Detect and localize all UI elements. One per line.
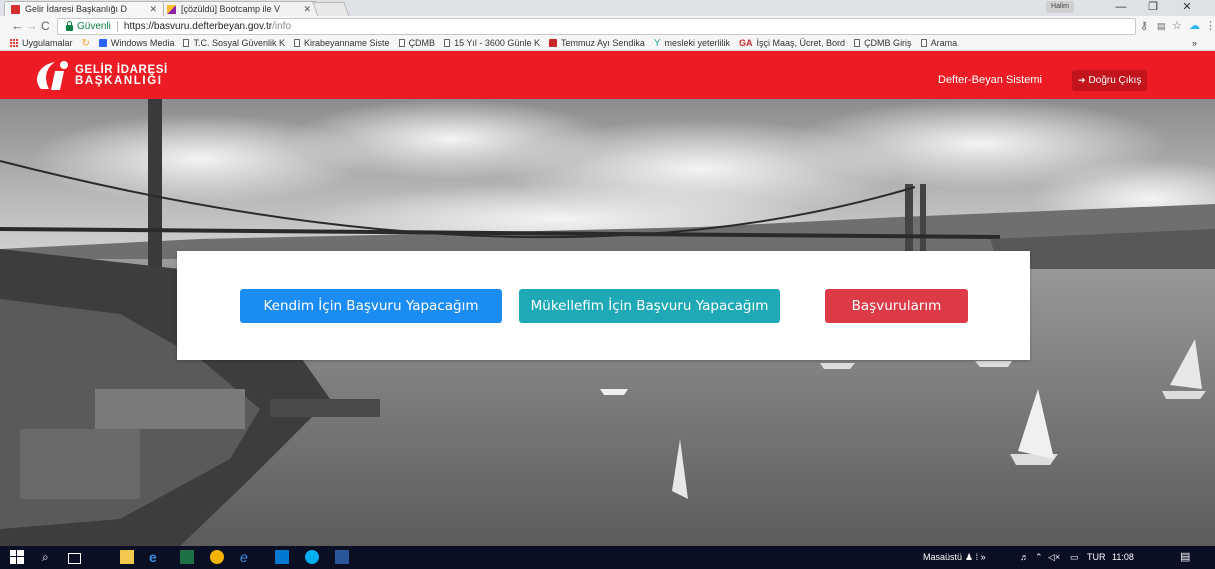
logo-wordmark[interactable]: GELİR İDARESİ BAŞKANLIĞI <box>75 64 168 87</box>
tab-title: Gelir İdaresi Başkanlığı D <box>25 4 128 14</box>
reload-icon[interactable]: C <box>41 18 50 34</box>
apps-icon[interactable] <box>10 39 18 47</box>
excel-icon[interactable] <box>180 550 194 564</box>
logo-line-2: BAŞKANLIĞI <box>75 75 163 87</box>
nav-defter-beyan-link[interactable]: Defter-Beyan Sistemi <box>938 74 1042 86</box>
people-icon[interactable]: ♟ ⁞ » <box>965 546 986 569</box>
ga-icon: GA <box>739 38 753 48</box>
bookmark-label: Windows Media <box>110 38 175 48</box>
windows-taskbar: ⌕ e e Masaüstü ♟ ⁞ » ♬ ⌃ ◁× ▭ TUR 11:08 … <box>0 546 1215 569</box>
battery-icon[interactable]: ▭ <box>1070 546 1079 569</box>
refresh-colored-icon: ↻ <box>81 37 90 49</box>
bookmark-kirabeyanname[interactable]: Kirabeyanname Siste <box>294 38 390 48</box>
application-card: Kendim İçin Başvuru Yapacağım Mükellefim… <box>177 251 1030 360</box>
outlook-icon[interactable] <box>275 550 289 564</box>
myk-icon: Y <box>653 37 661 49</box>
logout-label: Doğru Çıkış <box>1088 75 1142 86</box>
bookmark-label: mesleki yeterlilik <box>664 38 731 48</box>
forward-arrow-icon[interactable]: → <box>25 18 38 34</box>
tab-close-icon[interactable]: ✕ <box>303 4 311 15</box>
client-application-button[interactable]: Mükellefim İçin Başvuru Yapacağım <box>519 289 780 323</box>
bookmark-arama[interactable]: Arama <box>920 38 958 48</box>
page-icon <box>854 39 861 47</box>
gib-logo-icon[interactable] <box>33 59 71 93</box>
key-icon[interactable]: ⚷ <box>1140 18 1148 34</box>
logout-icon: ➔ <box>1078 75 1086 85</box>
gib-favicon-icon <box>11 4 20 14</box>
secure-label: Güvenli <box>77 21 111 32</box>
page-icon <box>183 39 190 47</box>
profile-chip[interactable]: Halim <box>1046 1 1074 13</box>
minimize-icon[interactable]: — <box>1106 0 1136 15</box>
bookmarks-more-icon[interactable]: » <box>1192 36 1197 50</box>
site-header: GELİR İDARESİ BAŞKANLIĞI Defter-Beyan Si… <box>0 51 1215 99</box>
address-divider <box>116 21 118 32</box>
page-icon <box>920 39 927 47</box>
bookmark-temmuz[interactable]: Temmuz Ayı Sendika <box>548 38 645 48</box>
bookmark-label: İşçi Maaş, Ücret, Bord <box>756 38 846 48</box>
logout-button[interactable]: ➔ Doğru Çıkış <box>1072 70 1148 91</box>
file-explorer-icon[interactable] <box>120 550 134 564</box>
tab-title: [çözüldü] Bootcamp ile V <box>181 4 281 14</box>
bookmark-refresh[interactable]: ↻ <box>82 38 90 49</box>
bookmark-mesleki[interactable]: Ymesleki yeterlilik <box>654 38 730 49</box>
bookmark-label: ÇDMB Giriş <box>864 38 912 48</box>
url-path: /info <box>272 21 292 32</box>
url-host: https://basvuru.defterbeyan.gov.tr <box>123 21 273 32</box>
clock[interactable]: 11:08 <box>1112 546 1134 569</box>
bookmark-windows-media[interactable]: Windows Media <box>98 38 175 48</box>
lock-icon <box>66 21 73 31</box>
bookmark-label: ÇDMB <box>408 38 436 48</box>
language-indicator[interactable]: TUR <box>1087 546 1106 569</box>
desktop-toolbar-label[interactable]: Masaüstü <box>923 546 962 569</box>
windows-start-icon[interactable] <box>10 550 24 564</box>
bookmarks-bar: Uygulamalar ↻ Windows Media T.C. Sosyal … <box>0 36 1215 51</box>
bootcamp-favicon-icon <box>167 4 176 14</box>
bookmark-label: Arama <box>930 38 958 48</box>
self-application-button[interactable]: Kendim İçin Başvuru Yapacağım <box>240 289 502 323</box>
task-view-icon[interactable] <box>68 553 81 564</box>
chrome-menu-icon[interactable]: ⋮ <box>1205 18 1215 34</box>
edge-icon[interactable]: e <box>149 550 163 564</box>
address-bar-row: ← → C Güvenli https://basvuru.defterbeya… <box>0 16 1215 36</box>
browser-tab-gib[interactable]: Gelir İdaresi Başkanlığı D ✕ <box>4 1 164 16</box>
chrome-icon[interactable] <box>210 550 224 564</box>
notifications-icon[interactable]: ▤ <box>1180 546 1190 569</box>
bookmark-label: Kirabeyanname Siste <box>304 38 390 48</box>
bookmark-sgk[interactable]: T.C. Sosyal Güvenlik K <box>183 38 285 48</box>
my-applications-button[interactable]: Başvurularım <box>825 289 968 323</box>
skype-icon[interactable] <box>305 550 319 564</box>
page-icon <box>444 39 451 47</box>
bookmark-star-icon[interactable]: ☆ <box>1172 18 1182 34</box>
bookmark-label: 15 Yıl - 3600 Günle K <box>454 38 540 48</box>
browser-tabstrip: Gelir İdaresi Başkanlığı D ✕ [çözüldü] B… <box>0 0 1215 17</box>
volume-icon[interactable]: ◁× <box>1048 546 1060 569</box>
tab-close-icon[interactable]: ✕ <box>149 4 157 15</box>
bookmark-isci[interactable]: GA İşçi Maaş, Ücret, Bord <box>739 38 845 48</box>
bookmark-apps[interactable]: Uygulamalar <box>22 38 73 48</box>
bookmark-cdmb[interactable]: ÇDMB <box>398 38 436 48</box>
address-bar[interactable]: Güvenli https://basvuru.defterbeyan.gov.… <box>57 18 1136 35</box>
close-window-icon[interactable]: ✕ <box>1172 0 1202 15</box>
new-tab-button[interactable] <box>312 2 350 17</box>
word-icon[interactable] <box>335 550 349 564</box>
bookmark-label: Temmuz Ayı Sendika <box>560 38 645 48</box>
back-arrow-icon[interactable]: ← <box>11 18 24 34</box>
hero-background: Kendim İçin Başvuru Yapacağım Mükellefim… <box>0 99 1215 546</box>
page-icon <box>294 39 300 47</box>
search-icon[interactable]: ⌕ <box>42 550 56 564</box>
internet-explorer-icon[interactable]: e <box>240 550 254 564</box>
tray-chevron-icon[interactable]: ⌃ <box>1035 546 1043 569</box>
restore-icon[interactable]: ❐ <box>1138 0 1168 15</box>
extension-cloud-icon[interactable]: ☁ <box>1189 18 1200 34</box>
translate-icon[interactable]: ▤ <box>1157 18 1166 34</box>
windows-media-icon <box>98 39 107 47</box>
browser-tab-bootcamp[interactable]: [çözüldü] Bootcamp ile V ✕ <box>160 1 318 16</box>
bookmark-15yil[interactable]: 15 Yıl - 3600 Günle K <box>444 38 540 48</box>
bookmark-label: T.C. Sosyal Güvenlik K <box>193 38 285 48</box>
page-icon <box>398 39 405 47</box>
mail-icon <box>548 39 557 47</box>
bookmark-cdmb-giris[interactable]: ÇDMB Giriş <box>854 38 912 48</box>
pen-icon[interactable]: ♬ <box>1020 546 1029 569</box>
